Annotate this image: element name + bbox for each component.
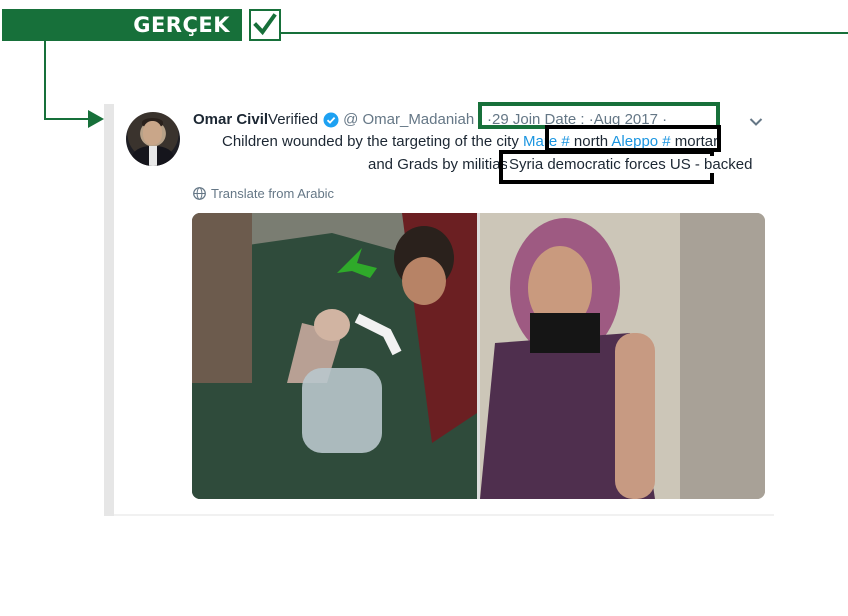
avatar[interactable]: [126, 112, 180, 166]
verified-badge-icon: [323, 112, 339, 128]
translate-link[interactable]: Translate from Arabic: [193, 186, 334, 201]
highlight-box-black: [545, 125, 721, 152]
globe-icon: [193, 187, 206, 200]
connector-line: [44, 118, 89, 120]
verified-text: Verified: [268, 111, 319, 128]
verdict-label: GERÇEK: [133, 13, 230, 37]
tweet-text-line: and Grads by militias: [368, 156, 508, 173]
connector-line: [44, 41, 46, 120]
tweet-media[interactable]: [192, 213, 765, 499]
chevron-down-icon[interactable]: [749, 114, 763, 132]
tweet-photo[interactable]: [192, 213, 477, 499]
checkmark-icon: [249, 9, 281, 41]
verdict-banner: GERÇEK: [2, 9, 242, 41]
tweet-border: [114, 514, 774, 516]
arrow-right-icon: [88, 110, 104, 133]
tweet-text: Children wounded by the targeting of the…: [222, 133, 524, 150]
highlighted-text: Syria democratic forces US - backed: [507, 156, 755, 173]
translate-label[interactable]: Translate from Arabic: [211, 186, 334, 201]
tweet-author[interactable]: Omar Civil Verified @ Omar_Madaniah: [193, 111, 474, 128]
tweet-border: [104, 104, 114, 516]
tweet-photo[interactable]: [480, 213, 765, 499]
handle[interactable]: @ Omar_Madaniah: [343, 111, 474, 128]
display-name[interactable]: Omar Civil: [193, 111, 268, 128]
header-rule: [281, 32, 848, 34]
tweet-text: and Grads by militias: [368, 156, 509, 173]
